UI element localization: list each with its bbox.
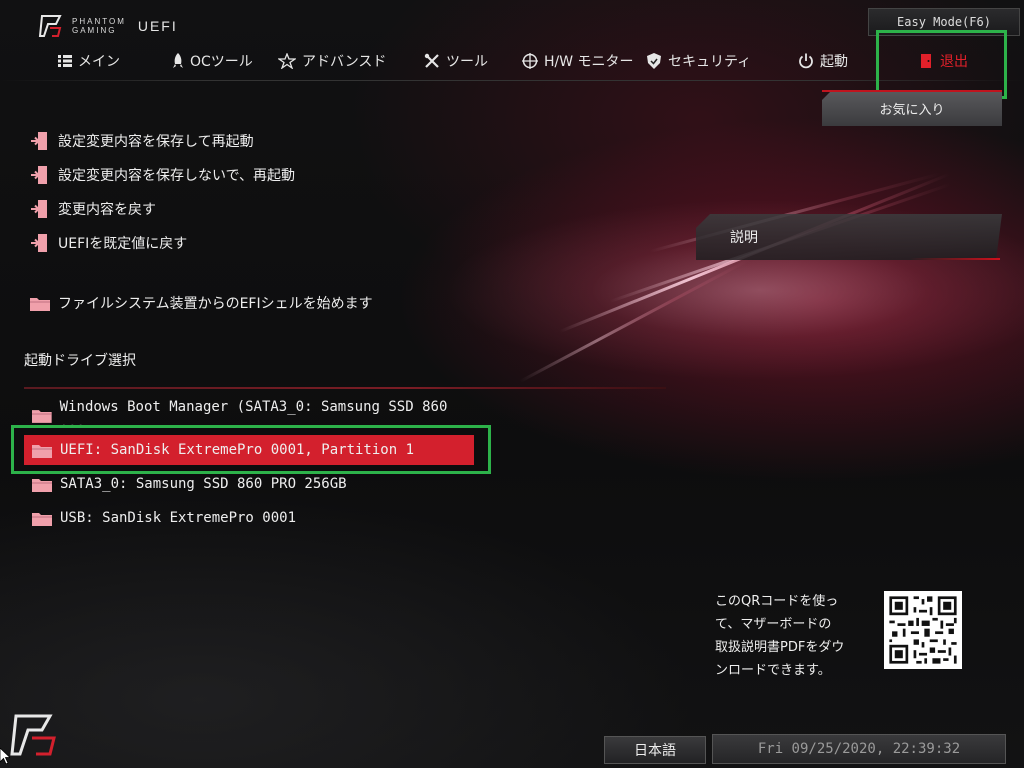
highlight-exit-tab bbox=[876, 30, 1007, 99]
tab-security[interactable]: セキュリティ bbox=[646, 48, 751, 74]
tab-boot-label: 起動 bbox=[820, 54, 848, 70]
description-label: 説明 bbox=[730, 230, 758, 246]
qr-caption-line: このQRコードを使っ bbox=[715, 594, 839, 609]
datetime-display: Fri 09/25/2020, 22:39:32 bbox=[712, 734, 1006, 764]
description-accent bbox=[700, 258, 1000, 260]
brand-line2: GAMING bbox=[72, 26, 117, 35]
phantom-gaming-corner-logo-icon bbox=[10, 714, 56, 756]
folder-icon bbox=[32, 409, 52, 423]
tab-security-label: セキュリティ bbox=[668, 54, 752, 70]
tools-icon bbox=[424, 53, 439, 68]
tab-advanced-label: アドバンスド bbox=[302, 54, 387, 70]
exit-icon bbox=[31, 200, 47, 218]
list-icon bbox=[58, 55, 72, 67]
nav-divider bbox=[0, 80, 1024, 81]
tab-tools-label: ツール bbox=[446, 54, 488, 70]
brand-logo: PHANTOM GAMING UEFI bbox=[38, 14, 178, 38]
highlight-boot-option bbox=[11, 425, 491, 474]
main-nav: メイン OCツール アドバンスド ツール H/W モニター セキュリティ 起動 … bbox=[0, 48, 1024, 76]
menu-discard-changes-label: 変更内容を戻す bbox=[58, 202, 156, 218]
boot-option-usb[interactable]: USB: SanDisk ExtremePro 0001 bbox=[24, 503, 474, 533]
menu-discard-and-reset[interactable]: 設定変更内容を保存しないで、再起動 bbox=[30, 163, 295, 187]
boot-override-divider bbox=[24, 387, 666, 389]
phantom-gaming-logo-icon bbox=[38, 15, 62, 37]
menu-efi-shell-label: ファイルシステム装置からのEFIシェルを始めます bbox=[58, 296, 373, 312]
favorites-accent bbox=[822, 90, 1002, 126]
tab-oc-tools-label: OCツール bbox=[190, 54, 253, 70]
boot-option-sata[interactable]: SATA3_0: Samsung SSD 860 PRO 256GB bbox=[24, 469, 474, 499]
star-icon bbox=[278, 53, 296, 69]
qr-caption: このQRコードを使っ て、マザーボードの 取扱説明書PDFをダウ ンロードできま… bbox=[715, 590, 875, 682]
tab-main-label: メイン bbox=[78, 54, 120, 70]
folder-icon bbox=[30, 297, 50, 311]
menu-discard-and-reset-label: 設定変更内容を保存しないで、再起動 bbox=[58, 168, 296, 184]
brand-text: PHANTOM GAMING bbox=[72, 17, 126, 35]
menu-save-and-reset-label: 設定変更内容を保存して再起動 bbox=[58, 134, 254, 150]
menu-save-and-reset[interactable]: 設定変更内容を保存して再起動 bbox=[30, 129, 254, 153]
description-panel: 説明 bbox=[696, 214, 1002, 260]
mouse-cursor-icon bbox=[0, 748, 10, 764]
boot-option-label: USB: SanDisk ExtremePro 0001 bbox=[60, 510, 297, 526]
qr-caption-line: て、マザーボードの bbox=[715, 617, 832, 632]
language-button[interactable]: 日本語 bbox=[604, 736, 706, 764]
boot-option-label: SATA3_0: Samsung SSD 860 PRO 256GB bbox=[60, 476, 347, 492]
shield-icon bbox=[647, 53, 661, 69]
folder-icon bbox=[32, 478, 52, 492]
tab-tools[interactable]: ツール bbox=[424, 48, 488, 74]
qr-caption-line: 取扱説明書PDFをダウ bbox=[715, 640, 845, 655]
qr-caption-line: ンロードできます。 bbox=[715, 663, 831, 678]
tab-main[interactable]: メイン bbox=[58, 48, 120, 74]
boot-override-title: 起動ドライブ選択 bbox=[24, 353, 136, 369]
target-icon bbox=[522, 53, 538, 69]
tab-advanced[interactable]: アドバンスド bbox=[278, 48, 386, 74]
menu-load-defaults[interactable]: UEFIを既定値に戻す bbox=[30, 231, 187, 255]
tab-hw-monitor[interactable]: H/W モニター bbox=[522, 48, 634, 74]
power-icon bbox=[799, 53, 813, 69]
brand-line1: PHANTOM bbox=[72, 17, 126, 26]
folder-icon bbox=[32, 512, 52, 526]
menu-discard-changes[interactable]: 変更内容を戻す bbox=[30, 197, 156, 221]
rocket-icon bbox=[173, 53, 183, 68]
tab-hw-monitor-label: H/W モニター bbox=[544, 54, 634, 70]
exit-icon bbox=[31, 132, 47, 150]
exit-icon bbox=[31, 166, 47, 184]
menu-load-defaults-label: UEFIを既定値に戻す bbox=[58, 236, 188, 252]
tab-oc-tools[interactable]: OCツール bbox=[172, 48, 253, 74]
qr-code-icon bbox=[884, 591, 962, 669]
exit-icon bbox=[31, 234, 47, 252]
app-label: UEFI bbox=[137, 18, 178, 34]
tab-boot[interactable]: 起動 bbox=[798, 48, 848, 74]
menu-efi-shell[interactable]: ファイルシステム装置からのEFIシェルを始めます bbox=[30, 291, 373, 315]
